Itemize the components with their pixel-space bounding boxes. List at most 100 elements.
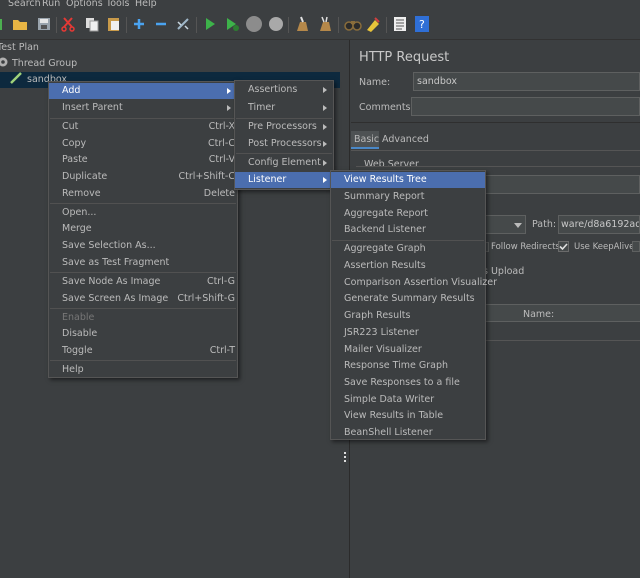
menu-item-insert-parent[interactable]: Insert Parent bbox=[49, 100, 237, 116]
menu-item-label: View Results in Table bbox=[344, 410, 444, 421]
menu-item-remove[interactable]: Remove Delete bbox=[49, 186, 237, 202]
menu-item-aggregate-graph[interactable]: Aggregate Graph bbox=[331, 241, 485, 257]
menu-item-jsr223-listener[interactable]: JSR223 Listener bbox=[331, 325, 485, 341]
save-icon[interactable] bbox=[36, 16, 52, 32]
toggle-icon[interactable] bbox=[175, 16, 191, 32]
menu-item-comparison-assertion-visualizer[interactable]: Comparison Assertion Visualizer bbox=[331, 275, 497, 291]
menu-item-save-screen-as-image[interactable]: Save Screen As Image Ctrl+Shift-G bbox=[49, 291, 237, 307]
menu-item-merge[interactable]: Merge bbox=[49, 221, 237, 237]
toolbar-separator bbox=[338, 17, 339, 33]
menu-item-label: Simple Data Writer bbox=[344, 394, 435, 405]
menu-item-config-element[interactable]: Config Element bbox=[235, 155, 333, 171]
expand-icon[interactable] bbox=[131, 16, 147, 32]
submenu-arrow-icon bbox=[323, 124, 327, 130]
menu-tools[interactable]: Tools bbox=[106, 0, 129, 9]
menu-item-help[interactable]: Help bbox=[49, 362, 237, 378]
new-icon[interactable] bbox=[0, 16, 4, 32]
toolbar-separator bbox=[196, 17, 197, 33]
menu-item-aggregate-report[interactable]: Aggregate Report bbox=[331, 206, 485, 222]
submenu-arrow-icon bbox=[323, 141, 327, 147]
menu-item-label: Enable bbox=[62, 312, 95, 323]
menu-item-graph-results[interactable]: Graph Results bbox=[331, 308, 485, 324]
menu-item-save-selection-as[interactable]: Save Selection As... bbox=[49, 238, 237, 254]
menu-item-view-results-tree[interactable]: View Results Tree bbox=[331, 172, 485, 188]
menu-item-cut[interactable]: Cut Ctrl-X bbox=[49, 119, 237, 135]
menu-item-shortcut: Ctrl-C bbox=[208, 138, 235, 149]
start-no-pauses-icon[interactable] bbox=[224, 16, 240, 32]
menu-item-beanshell-listener[interactable]: BeanShell Listener bbox=[331, 425, 485, 441]
name-field[interactable]: sandbox bbox=[413, 72, 640, 91]
copy-icon[interactable] bbox=[84, 16, 100, 32]
menu-item-backend-listener[interactable]: Backend Listener bbox=[331, 222, 485, 238]
menu-item-shortcut: Ctrl+Shift-C bbox=[178, 171, 235, 182]
method-select[interactable] bbox=[484, 215, 526, 234]
panel-title: HTTP Request bbox=[359, 50, 450, 65]
tab-basic[interactable]: Basic bbox=[351, 131, 379, 149]
paste-icon[interactable] bbox=[106, 16, 122, 32]
menu-item-summary-report[interactable]: Summary Report bbox=[331, 189, 485, 205]
function-helper-icon[interactable] bbox=[392, 16, 408, 32]
toolbar-separator bbox=[386, 17, 387, 33]
menu-item-generate-summary-results[interactable]: Generate Summary Results bbox=[331, 291, 485, 307]
menu-item-toggle[interactable]: Toggle Ctrl-T bbox=[49, 343, 237, 359]
menu-item-pre-processors[interactable]: Pre Processors bbox=[235, 119, 333, 135]
menu-item-save-responses-to-file[interactable]: Save Responses to a file bbox=[331, 375, 485, 391]
menu-search[interactable]: Search bbox=[8, 0, 41, 9]
keepalive-checkbox[interactable] bbox=[558, 241, 569, 252]
menu-item-post-processors[interactable]: Post Processors bbox=[235, 136, 333, 152]
menu-item-label: Save Node As Image bbox=[62, 276, 161, 287]
tab-advanced[interactable]: Advanced bbox=[382, 134, 429, 145]
menubar: Search Run Options Tools Help bbox=[0, 0, 640, 9]
toolbar: ? bbox=[0, 9, 640, 40]
menu-item-label: Graph Results bbox=[344, 310, 411, 321]
menu-item-response-time-graph[interactable]: Response Time Graph bbox=[331, 358, 485, 374]
menu-help[interactable]: Help bbox=[135, 0, 157, 9]
reset-search-icon[interactable] bbox=[365, 16, 381, 32]
start-icon[interactable] bbox=[202, 16, 218, 32]
submenu-arrow-icon bbox=[323, 105, 327, 111]
tree-item-test-plan[interactable]: Test Plan bbox=[0, 40, 39, 56]
menu-item-save-node-as-image[interactable]: Save Node As Image Ctrl-G bbox=[49, 274, 237, 290]
open-icon[interactable] bbox=[12, 16, 28, 32]
menu-item-view-results-in-table[interactable]: View Results in Table bbox=[331, 408, 485, 424]
listener-submenu: View Results Tree Summary Report Aggrega… bbox=[330, 170, 497, 441]
cut-icon[interactable] bbox=[60, 16, 76, 32]
tree-item-thread-group[interactable]: Thread Group bbox=[0, 56, 77, 72]
checkbox-partial-right[interactable] bbox=[632, 241, 640, 252]
menu-item-duplicate[interactable]: Duplicate Ctrl+Shift-C bbox=[49, 169, 237, 185]
menu-item-save-as-test-fragment[interactable]: Save as Test Fragment bbox=[49, 255, 237, 271]
help-icon[interactable]: ? bbox=[415, 16, 431, 32]
menu-item-open[interactable]: Open... bbox=[49, 205, 237, 221]
path-label: Path: bbox=[532, 219, 557, 230]
menu-item-paste[interactable]: Paste Ctrl-V bbox=[49, 152, 237, 168]
menu-item-assertions[interactable]: Assertions bbox=[235, 82, 333, 98]
stop-icon[interactable] bbox=[245, 16, 262, 32]
menu-item-disable[interactable]: Disable bbox=[49, 326, 237, 342]
table-border bbox=[486, 340, 640, 341]
server-field[interactable] bbox=[484, 175, 640, 194]
submenu-arrow-icon bbox=[227, 105, 231, 111]
menu-run[interactable]: Run bbox=[42, 0, 60, 9]
comments-field[interactable] bbox=[411, 97, 640, 116]
path-field-value: ware/d8a6192ade3 bbox=[561, 219, 639, 230]
menu-item-label: Duplicate bbox=[62, 171, 108, 182]
tree-item-label: Test Plan bbox=[0, 42, 39, 53]
submenu-arrow-icon bbox=[323, 87, 327, 93]
menu-item-simple-data-writer[interactable]: Simple Data Writer bbox=[331, 392, 485, 408]
collapse-icon[interactable] bbox=[153, 16, 169, 32]
menu-item-listener[interactable]: Listener bbox=[235, 172, 333, 188]
menu-item-assertion-results[interactable]: Assertion Results bbox=[331, 258, 485, 274]
path-field[interactable]: ware/d8a6192ade3 bbox=[558, 215, 640, 234]
menu-item-mailer-visualizer[interactable]: Mailer Visualizer bbox=[331, 342, 485, 358]
clear-icon[interactable] bbox=[294, 16, 310, 32]
shutdown-icon[interactable] bbox=[268, 16, 284, 32]
clear-all-icon[interactable] bbox=[317, 16, 333, 32]
follow-redirects-label: Follow Redirects bbox=[491, 242, 560, 252]
menu-item-label: Insert Parent bbox=[62, 102, 123, 113]
menu-item-shortcut: Ctrl+Shift-G bbox=[177, 293, 235, 304]
search-icon[interactable] bbox=[344, 16, 362, 32]
menu-item-timer[interactable]: Timer bbox=[235, 100, 333, 116]
menu-item-add[interactable]: Add bbox=[49, 83, 237, 99]
menu-item-copy[interactable]: Copy Ctrl-C bbox=[49, 136, 237, 152]
menu-options[interactable]: Options bbox=[66, 0, 103, 9]
